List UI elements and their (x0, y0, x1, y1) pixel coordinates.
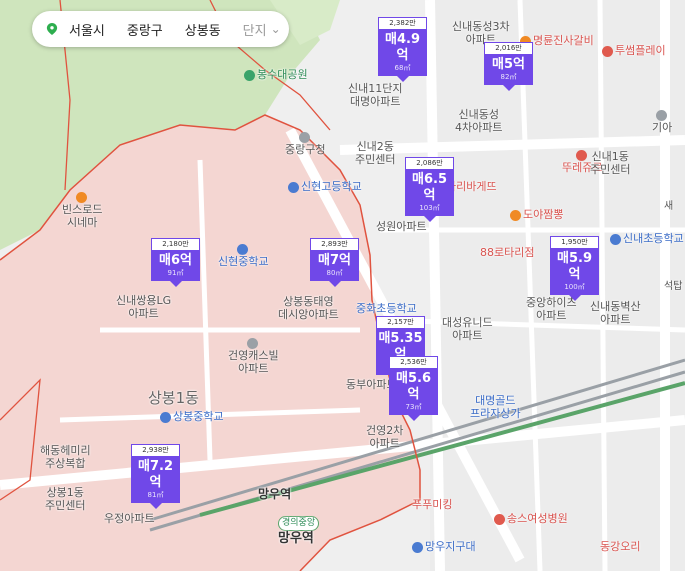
chevron-down-icon[interactable]: ⌄ (271, 22, 281, 36)
listing-price: 매7억 (318, 253, 351, 268)
label-sinhyeon-high: 신현고등학교 (288, 180, 362, 193)
label-sinnae11: 신내11단지 대명아파트 (348, 82, 403, 108)
breadcrumb-dong[interactable]: 상봉동 (174, 20, 232, 39)
listing-price: 매6.5억 (412, 172, 447, 203)
listing-count: 2,157만 (376, 316, 425, 328)
label-jungnang-gu-office: 중랑구청 (285, 130, 325, 156)
listing-count: 2,536만 (389, 356, 438, 368)
label-sangbong1-center: 상봉1동 주민센터 (45, 486, 86, 512)
apartment-icon (246, 337, 258, 349)
label-sons: 송스여성병원 (494, 512, 568, 525)
label-tussome: 투썸플레이 (602, 44, 666, 57)
listing-count: 1,950만 (550, 236, 599, 248)
label-kia: 기아 (652, 108, 672, 134)
label-sinnae-byeoksan: 신내동벽산 아파트 (590, 300, 641, 326)
listing-pin[interactable]: 2,180만 매6억 91㎡ (151, 238, 200, 287)
listing-price: 매7.2억 (138, 459, 173, 490)
label-haedong: 해동헤미리 주상복합 (40, 444, 91, 470)
listing-area: 81㎡ (147, 491, 164, 499)
listing-pin[interactable]: 2,893만 매7억 80㎡ (310, 238, 359, 287)
label-daemyeong-gold: 대명골드 프라자상가 (470, 394, 521, 420)
listing-count: 2,086만 (405, 157, 454, 169)
label-sinhyeon-middle: 신현중학교 (218, 242, 269, 268)
listing-pin[interactable]: 1,950만 매5.9억 100㎡ (550, 236, 599, 301)
listing-area: 80㎡ (326, 269, 343, 277)
restaurant-icon (510, 209, 521, 221)
label-donggang: 동강오리 (600, 540, 641, 553)
listing-pin[interactable]: 2,938만 매7.2억 81㎡ (131, 444, 180, 509)
listing-price: 매5.9억 (557, 251, 592, 282)
breadcrumb-district[interactable]: 중랑구 (116, 20, 174, 39)
label-sangbong1dong: 상봉1동 (148, 389, 199, 407)
listing-pin[interactable]: 2,382만 매4.9억 68㎡ (378, 17, 427, 82)
label-mangu-station: 망우역 (278, 531, 314, 546)
bakery-icon (575, 149, 587, 161)
breadcrumb-complex-select[interactable]: 단지 (232, 20, 271, 39)
label-pupu: 푸푸미킹 (412, 498, 453, 511)
label-gyeongui-line: 경의중앙 (278, 516, 320, 531)
car-icon (655, 109, 667, 121)
school-icon (610, 233, 621, 245)
map-canvas[interactable]: 서울시 중랑구 상봉동 단지 ⌄ 봉수대공원 신내11단지 대명아파트 중랑구청… (0, 0, 685, 571)
label-mangu-station-top: 망우역 (258, 487, 292, 501)
label-sinnae2-center: 신내2동 주민센터 (355, 140, 396, 166)
listing-count: 2,180만 (151, 238, 200, 250)
label-geonyoung2: 건영2차 아파트 (366, 424, 404, 450)
location-breadcrumb: 서울시 중랑구 상봉동 단지 ⌄ (32, 11, 289, 47)
label-sinnae1-center: 신내1동 주민센터 (590, 150, 631, 176)
listing-pin[interactable]: 2,086만 매6.5억 103㎡ (405, 157, 454, 222)
label-seokbu: 석탑 (664, 281, 683, 292)
listing-count: 2,016만 (484, 42, 533, 54)
cinema-icon (75, 191, 87, 203)
listing-price: 매4.9억 (385, 32, 420, 63)
label-mangu-post: 망우지구대 (412, 540, 476, 553)
listing-price: 매6억 (159, 253, 192, 268)
listing-count: 2,382만 (378, 17, 427, 29)
listing-price: 매5억 (492, 57, 525, 72)
label-sinnae4: 신내동성 4차아파트 (455, 108, 503, 134)
label-daeseong: 대성유니드 아파트 (442, 316, 493, 342)
label-88: 88로타리점 (480, 246, 535, 259)
label-sinnae-elem: 신내초등학교 (610, 232, 684, 245)
label-junghwa-elem: 중화초등학교 (356, 302, 417, 315)
label-doya: 도야짬뽕 (510, 208, 563, 221)
breadcrumb-city[interactable]: 서울시 (58, 20, 116, 39)
hospital-icon (494, 513, 505, 525)
location-pin-icon (46, 23, 58, 35)
listing-area: 73㎡ (405, 403, 422, 411)
police-icon (412, 541, 423, 553)
listing-area: 82㎡ (500, 73, 517, 81)
school-icon (160, 411, 171, 423)
listing-count: 2,893만 (310, 238, 359, 250)
building-icon (298, 131, 310, 143)
listing-area: 100㎡ (564, 283, 585, 291)
listing-area: 103㎡ (419, 204, 440, 212)
school-icon (288, 181, 299, 193)
listing-area: 91㎡ (167, 269, 184, 277)
label-geonyoung-castle: 건영캐스빌 아파트 (228, 336, 279, 375)
listing-count: 2,938만 (131, 444, 180, 456)
label-sinnae-ssangyong: 신내쌍용LG 아파트 (116, 294, 172, 320)
label-binsroad: 빈스로드 시네마 (62, 190, 102, 229)
listing-pin[interactable]: 2,016만 매5억 82㎡ (484, 42, 533, 91)
label-bongsudae-park: 봉수대공원 (244, 68, 308, 81)
listing-pin[interactable]: 2,536만 매5.6억 73㎡ (389, 356, 438, 421)
park-icon (244, 69, 255, 81)
listing-area: 68㎡ (394, 64, 411, 72)
school-icon (236, 243, 248, 255)
listing-price: 매5.6억 (396, 371, 431, 402)
label-sangbong-middle: 상봉중학교 (160, 410, 224, 423)
cafe-icon (602, 45, 613, 57)
label-sangbong-taeyoung: 상봉동태영 데시앙아파트 (278, 295, 339, 321)
label-sae: 새 (664, 201, 674, 212)
label-ujeong: 우정아파트 (104, 512, 155, 525)
